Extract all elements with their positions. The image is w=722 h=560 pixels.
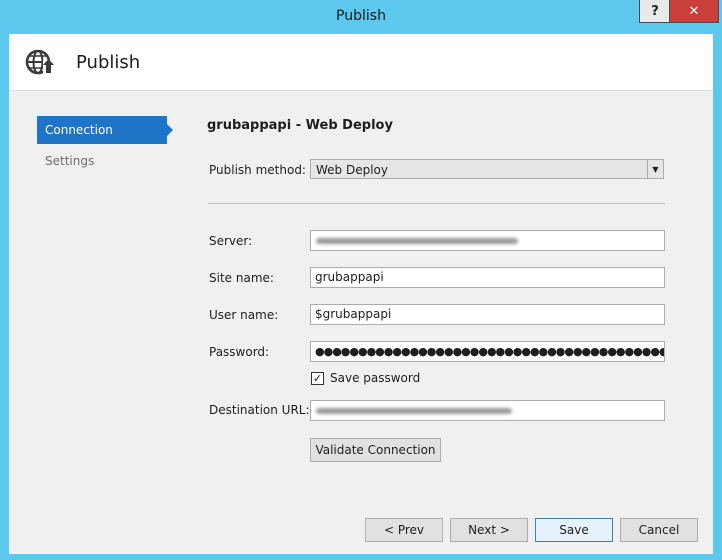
destination-url-input[interactable] bbox=[310, 400, 665, 421]
cancel-button[interactable]: Cancel bbox=[620, 518, 698, 542]
close-button[interactable]: ✕ bbox=[669, 0, 719, 23]
server-input[interactable] bbox=[310, 230, 665, 251]
password-label: Password: bbox=[209, 345, 270, 359]
save-password-label: Save password bbox=[330, 371, 421, 385]
chevron-down-icon[interactable]: ▼ bbox=[647, 160, 663, 178]
site-name-label: Site name: bbox=[209, 271, 274, 285]
publish-method-label: Publish method: bbox=[209, 163, 306, 177]
redacted-server-value bbox=[316, 238, 518, 244]
dialog-header: Publish bbox=[9, 34, 713, 91]
save-button[interactable]: Save bbox=[535, 518, 613, 542]
next-button[interactable]: Next > bbox=[450, 518, 528, 542]
validate-connection-button[interactable]: Validate Connection bbox=[310, 438, 441, 462]
nav-item-connection[interactable]: Connection bbox=[37, 116, 173, 144]
separator bbox=[208, 203, 665, 204]
window-title: Publish bbox=[336, 8, 386, 24]
publish-method-value: Web Deploy bbox=[316, 163, 388, 177]
help-button[interactable]: ? bbox=[639, 0, 671, 23]
header-title: Publish bbox=[76, 52, 141, 73]
prev-button[interactable]: < Prev bbox=[365, 518, 443, 542]
password-input[interactable]: ●●●●●●●●●●●●●●●●●●●●●●●●●●●●●●●●●●●●●●●●… bbox=[310, 341, 665, 362]
publish-method-select[interactable]: Web Deploy ▼ bbox=[310, 159, 664, 179]
server-label: Server: bbox=[209, 234, 253, 248]
user-name-input[interactable]: $grubappapi bbox=[310, 304, 665, 325]
destination-url-label: Destination URL: bbox=[209, 403, 310, 417]
publish-dialog: Publish ? ✕ Publish Connection Settings … bbox=[0, 0, 722, 560]
site-name-input[interactable]: grubappapi bbox=[310, 267, 665, 288]
dialog-client: Publish Connection Settings grubappapi -… bbox=[9, 34, 713, 554]
save-password-checkbox[interactable]: ✓ bbox=[311, 372, 324, 385]
user-name-label: User name: bbox=[209, 308, 279, 322]
title-bar[interactable]: Publish ? ✕ bbox=[0, 0, 722, 34]
globe-publish-icon bbox=[25, 49, 55, 75]
page-title: grubappapi - Web Deploy bbox=[207, 118, 393, 133]
dialog-content: Connection Settings grubappapi - Web Dep… bbox=[9, 91, 713, 554]
redacted-url-value bbox=[316, 408, 512, 414]
nav-item-settings[interactable]: Settings bbox=[37, 147, 167, 175]
